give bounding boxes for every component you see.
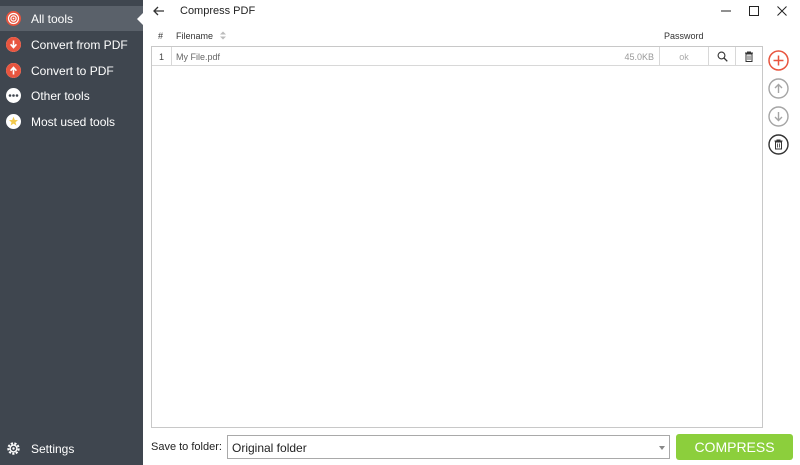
column-header-number: #: [158, 31, 164, 41]
compress-button[interactable]: COMPRESS: [676, 434, 793, 460]
arrow-down-circle-icon: [6, 37, 21, 52]
back-button[interactable]: [150, 2, 168, 20]
arrow-down-icon: [768, 106, 789, 127]
sidebar-item-label: Other tools: [31, 89, 90, 103]
back-arrow-icon: [153, 6, 164, 16]
sidebar-item-label: Most used tools: [31, 115, 116, 129]
row-number: 1: [158, 51, 164, 62]
column-header-filename[interactable]: Filename: [176, 31, 227, 41]
close-icon: [777, 6, 787, 16]
page-title: Compress PDF: [180, 5, 256, 17]
star-icon: [6, 114, 21, 129]
password-status[interactable]: ok: [660, 47, 708, 66]
sidebar-item-settings[interactable]: Settings: [0, 436, 143, 461]
table-row[interactable]: 1 My File.pdf 45.0KB ok: [152, 47, 762, 66]
sidebar-item-most-used-tools[interactable]: Most used tools: [0, 109, 143, 134]
sidebar-item-label: Convert from PDF: [31, 38, 128, 52]
settings-label: Settings: [31, 442, 75, 456]
sidebar-item-convert-to-pdf[interactable]: Convert to PDF: [0, 58, 143, 83]
chevron-down-icon: [659, 446, 665, 450]
target-icon: [6, 11, 21, 26]
minimize-button[interactable]: [712, 0, 740, 22]
trash-icon: [745, 51, 753, 62]
sidebar-item-label: Convert to PDF: [31, 64, 114, 78]
move-up-button[interactable]: [768, 78, 789, 99]
folder-select[interactable]: Original folder: [227, 435, 670, 459]
delete-row-button[interactable]: [736, 47, 762, 66]
more-dots-icon: [6, 88, 21, 103]
maximize-button[interactable]: [740, 0, 768, 22]
maximize-icon: [749, 6, 759, 16]
sort-icon: [219, 31, 226, 40]
minimize-icon: [721, 10, 731, 12]
move-down-button[interactable]: [768, 106, 789, 127]
plus-circle-icon: [768, 50, 789, 71]
column-header-password: Password: [664, 31, 704, 41]
sidebar-item-convert-from-pdf[interactable]: Convert from PDF: [0, 32, 143, 57]
close-button[interactable]: [768, 0, 796, 22]
clear-list-button[interactable]: [768, 134, 789, 155]
file-name: My File.pdf: [176, 51, 221, 62]
sidebar-item-label: All tools: [31, 12, 74, 26]
sidebar-item-other-tools[interactable]: Other tools: [0, 83, 143, 108]
trash-circle-icon: [768, 134, 789, 155]
sidebar: All tools Convert from PDF Convert to PD…: [0, 0, 143, 465]
folder-select-value: Original folder: [232, 441, 307, 455]
gear-icon: [6, 441, 21, 456]
active-indicator: [137, 13, 143, 25]
save-to-folder-label: Save to folder:: [151, 441, 222, 453]
preview-button[interactable]: [709, 47, 735, 66]
file-list: 1 My File.pdf 45.0KB ok: [151, 46, 763, 428]
column-header-label: Filename: [176, 31, 214, 41]
column-divider: [171, 47, 172, 66]
sidebar-item-all-tools[interactable]: All tools: [0, 6, 143, 31]
arrow-up-icon: [768, 78, 789, 99]
arrow-up-circle-icon: [6, 63, 21, 78]
search-icon: [717, 51, 728, 62]
file-size: 45.0KB: [624, 51, 654, 62]
add-file-button[interactable]: [768, 50, 789, 71]
